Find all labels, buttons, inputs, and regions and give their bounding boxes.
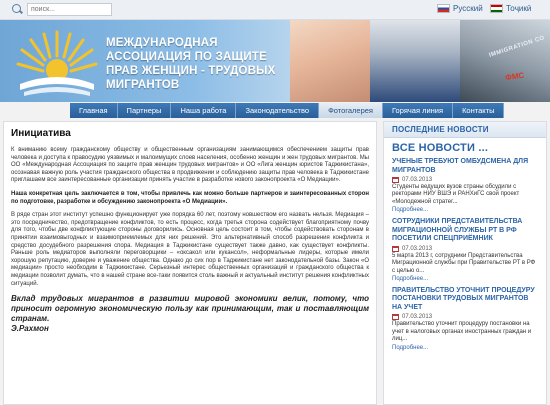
read-more-link[interactable]: Подробнее... bbox=[392, 276, 538, 282]
russia-flag-icon bbox=[437, 4, 450, 13]
nav-item[interactable]: Горячая линия bbox=[383, 103, 454, 118]
news-list: УЧЕНЫЕ ТРЕБУЮТ ОМБУДСМЕНА ДЛЯ МИГРАНТОВ 0… bbox=[392, 158, 538, 351]
news-item: ПРАВИТЕЛЬСТВО УТОЧНИТ ПРОЦЕДУРУ ПОСТАНОВ… bbox=[392, 287, 538, 351]
news-title-link[interactable]: ПРАВИТЕЛЬСТВО УТОЧНИТ ПРОЦЕДУРУ ПОСТАНОВ… bbox=[392, 287, 538, 313]
news-item: СОТРУДНИКИ ПРЕДСТАВИТЕЛЬСТВА МИГРАЦИОННО… bbox=[392, 218, 538, 282]
nav-item[interactable]: Партнеры bbox=[117, 103, 172, 118]
news-sidebar: ПОСЛЕДНИЕ НОВОСТИ ВСЕ НОВОСТИ ... УЧЕНЫЕ… bbox=[383, 121, 547, 405]
news-excerpt: Правительство уточнит процедуру постанов… bbox=[392, 321, 532, 343]
language-label: Русский bbox=[453, 4, 483, 13]
language-label: Тоҷикӣ bbox=[506, 4, 532, 13]
article-paragraph: К вниманию всему гражданскому обществу и… bbox=[11, 147, 369, 184]
read-more-link[interactable]: Подробнее... bbox=[392, 207, 538, 213]
nav-item[interactable]: Контакты bbox=[453, 103, 505, 118]
nav-item[interactable]: Законодательство bbox=[236, 103, 320, 118]
all-news-link[interactable]: ВСЕ НОВОСТИ ... bbox=[392, 142, 538, 154]
news-date-text: 07.03.2013 bbox=[402, 314, 433, 321]
quote: Вклад трудовых мигрантов в развитии миро… bbox=[11, 294, 369, 324]
news-date-text: 07.03.2013 bbox=[402, 245, 433, 252]
quote-author: Э.Рахмон bbox=[11, 324, 49, 334]
news-title-link[interactable]: УЧЕНЫЕ ТРЕБУЮТ ОМБУДСМЕНА ДЛЯ МИГРАНТОВ bbox=[392, 158, 538, 175]
calendar-icon bbox=[392, 314, 399, 321]
article-paragraph: В ряде стран этот институт успешно функц… bbox=[11, 212, 369, 287]
language-tajik[interactable]: Тоҷикӣ bbox=[490, 4, 531, 13]
calendar-icon bbox=[392, 177, 399, 183]
news-excerpt: 5 марта 2013 г, сотрудники Представитель… bbox=[392, 252, 536, 274]
tajikistan-flag-icon bbox=[490, 4, 503, 13]
main-nav: Главная Партнеры Наша работа Законодательст… bbox=[70, 103, 505, 118]
nav-item[interactable]: Наша работа bbox=[171, 103, 237, 118]
calendar-icon bbox=[392, 245, 399, 252]
news-date: 07.03.2013 bbox=[392, 245, 538, 252]
search-box bbox=[12, 3, 112, 16]
banner-photo-immigration bbox=[460, 20, 550, 102]
search-input[interactable] bbox=[27, 3, 112, 16]
nav-item[interactable]: Фотогалерея bbox=[319, 103, 383, 118]
nav-item[interactable]: Главная bbox=[70, 103, 118, 118]
main-content: Инициатива К вниманию всему гражданскому… bbox=[3, 121, 377, 405]
news-excerpt: Студенты ведущих вузов страны обсудили с… bbox=[392, 184, 520, 205]
news-item: УЧЕНЫЕ ТРЕБУЮТ ОМБУДСМЕНА ДЛЯ МИГРАНТОВ 0… bbox=[392, 158, 538, 213]
page-title: Инициатива bbox=[11, 128, 71, 139]
sun-logo-icon[interactable] bbox=[14, 26, 100, 98]
top-bar: Русский Тоҷикӣ bbox=[0, 0, 550, 20]
sidebar-heading: ПОСЛЕДНИЕ НОВОСТИ bbox=[384, 122, 546, 138]
news-date-text: 07.03.2013 bbox=[402, 177, 433, 183]
language-russian[interactable]: Русский bbox=[437, 4, 483, 13]
site-title: МЕЖДУНАРОДНАЯ АССОЦИАЦИЯ ПО ЗАЩИТЕ ПРАВ … bbox=[106, 37, 276, 91]
banner-photo-child bbox=[290, 20, 370, 102]
article-goal: Наша конкретная цель заключается в том, … bbox=[11, 190, 369, 205]
news-date: 07.03.2013 bbox=[392, 314, 538, 321]
search-icon[interactable] bbox=[12, 4, 23, 15]
news-date: 07.03.2013 bbox=[392, 177, 538, 183]
banner-photo-migrant bbox=[370, 20, 460, 102]
news-title-link[interactable]: СОТРУДНИКИ ПРЕДСТАВИТЕЛЬСТВА МИГРАЦИОННО… bbox=[392, 218, 538, 244]
read-more-link[interactable]: Подробнее... bbox=[392, 345, 538, 351]
header-banner: МЕЖДУНАРОДНАЯ АССОЦИАЦИЯ ПО ЗАЩИТЕ ПРАВ … bbox=[0, 20, 550, 102]
